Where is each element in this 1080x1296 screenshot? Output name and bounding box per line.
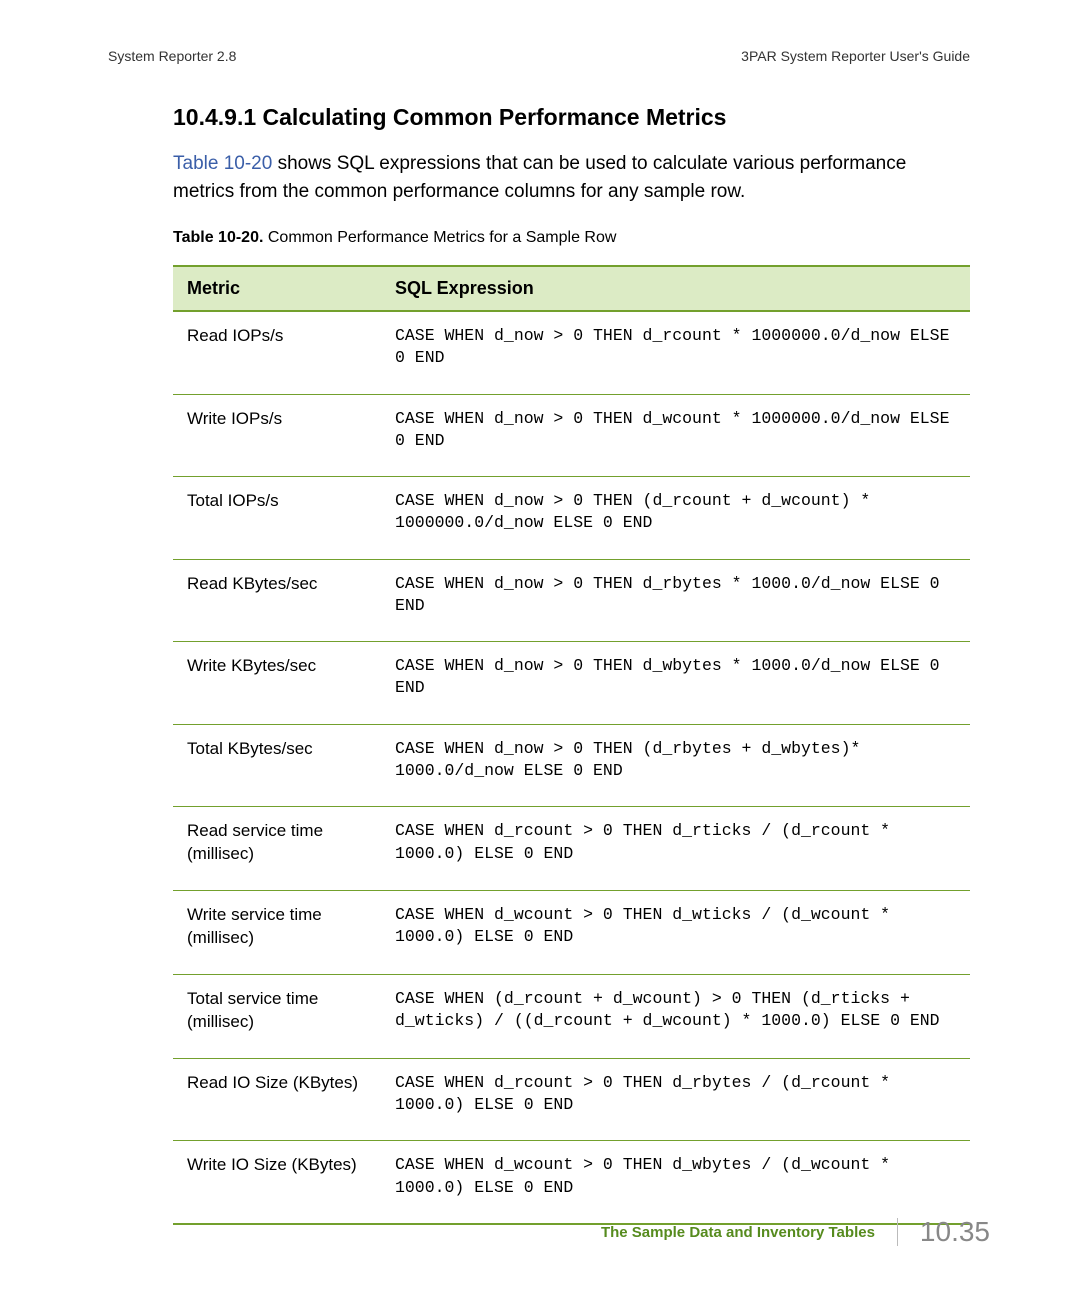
table-row: Read service time (millisec) CASE WHEN d… [173,807,970,891]
table-row: Write IO Size (KBytes) CASE WHEN d_wcoun… [173,1141,970,1224]
sql-expression: CASE WHEN d_wcount > 0 THEN d_wbytes / (… [381,1141,970,1224]
intro-paragraph: Table 10-20 shows SQL expressions that c… [173,150,970,205]
section-heading: 10.4.9.1 Calculating Common Performance … [173,104,970,131]
header-left: System Reporter 2.8 [108,48,236,64]
metric-name: Read KBytes/sec [173,559,381,642]
table-row: Read KBytes/sec CASE WHEN d_now > 0 THEN… [173,559,970,642]
table-header-row: Metric SQL Expression [173,266,970,311]
table-row: Read IOPs/s CASE WHEN d_now > 0 THEN d_r… [173,311,970,394]
header-right: 3PAR System Reporter User's Guide [741,48,970,64]
table-caption-text: Common Performance Metrics for a Sample … [263,229,616,246]
metric-name: Total service time (millisec) [173,975,381,1059]
metrics-table: Metric SQL Expression Read IOPs/s CASE W… [173,265,970,1225]
section-title: Calculating Common Performance Metrics [263,104,727,130]
sql-expression: CASE WHEN d_now > 0 THEN (d_rbytes + d_w… [381,724,970,807]
footer-page-number: 10.35 [920,1216,990,1248]
metric-name: Read IOPs/s [173,311,381,394]
footer-section-title: The Sample Data and Inventory Tables [601,1224,875,1241]
sql-expression: CASE WHEN d_now > 0 THEN d_rcount * 1000… [381,311,970,394]
table-reference-link[interactable]: Table 10-20 [173,153,272,174]
table-row: Write service time (millisec) CASE WHEN … [173,891,970,975]
intro-rest: shows SQL expressions that can be used t… [173,153,906,202]
footer-divider [897,1218,898,1246]
metric-name: Read IO Size (KBytes) [173,1058,381,1141]
metric-name: Total KBytes/sec [173,724,381,807]
table-row: Total IOPs/s CASE WHEN d_now > 0 THEN (d… [173,477,970,560]
metric-name: Write IOPs/s [173,394,381,477]
table-row: Total service time (millisec) CASE WHEN … [173,975,970,1059]
col-header-sql: SQL Expression [381,266,970,311]
metric-name: Write IO Size (KBytes) [173,1141,381,1224]
sql-expression: CASE WHEN d_now > 0 THEN d_wbytes * 1000… [381,642,970,725]
sql-expression: CASE WHEN d_wcount > 0 THEN d_wticks / (… [381,891,970,975]
section-number: 10.4.9.1 [173,104,256,130]
table-row: Write KBytes/sec CASE WHEN d_now > 0 THE… [173,642,970,725]
page-container: System Reporter 2.8 3PAR System Reporter… [0,0,1080,1296]
metric-name: Read service time (millisec) [173,807,381,891]
col-header-metric: Metric [173,266,381,311]
table-row: Write IOPs/s CASE WHEN d_now > 0 THEN d_… [173,394,970,477]
table-row: Read IO Size (KBytes) CASE WHEN d_rcount… [173,1058,970,1141]
table-caption: Table 10-20. Common Performance Metrics … [173,229,970,247]
table-row: Total KBytes/sec CASE WHEN d_now > 0 THE… [173,724,970,807]
table-body: Read IOPs/s CASE WHEN d_now > 0 THEN d_r… [173,311,970,1224]
sql-expression: CASE WHEN d_now > 0 THEN d_rbytes * 1000… [381,559,970,642]
metric-name: Write service time (millisec) [173,891,381,975]
metric-name: Write KBytes/sec [173,642,381,725]
metric-name: Total IOPs/s [173,477,381,560]
table-caption-label: Table 10-20. [173,229,263,246]
sql-expression: CASE WHEN d_now > 0 THEN d_wcount * 1000… [381,394,970,477]
sql-expression: CASE WHEN d_rcount > 0 THEN d_rticks / (… [381,807,970,891]
sql-expression: CASE WHEN (d_rcount + d_wcount) > 0 THEN… [381,975,970,1059]
sql-expression: CASE WHEN d_now > 0 THEN (d_rcount + d_w… [381,477,970,560]
page-header: System Reporter 2.8 3PAR System Reporter… [108,48,970,64]
page-footer: The Sample Data and Inventory Tables 10.… [601,1216,990,1248]
sql-expression: CASE WHEN d_rcount > 0 THEN d_rbytes / (… [381,1058,970,1141]
